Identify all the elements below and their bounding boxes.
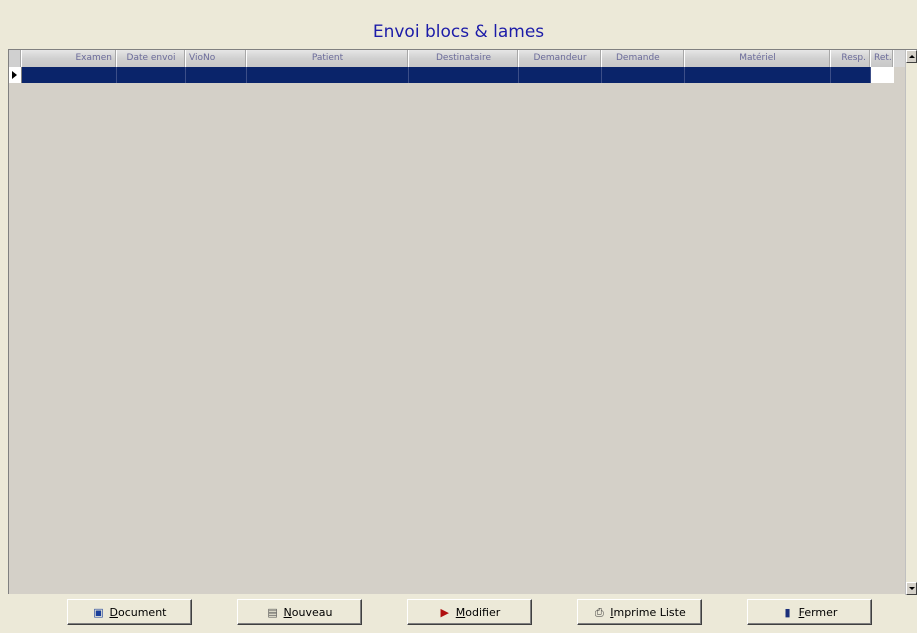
exit-door-icon: ▮: [784, 605, 791, 619]
cell-patient[interactable]: [247, 67, 409, 83]
arrow-up-icon: [909, 55, 915, 58]
vertical-scrollbar[interactable]: [905, 50, 917, 595]
printer-icon: ⎙: [594, 605, 604, 619]
document-button-label: Document: [109, 605, 167, 619]
word-document-icon: ▣: [93, 605, 104, 619]
button-bar: ▣ Document ▤ Nouveau ▶ Modifier ⎙ Imprim…: [0, 599, 917, 627]
row-selector[interactable]: [9, 67, 22, 83]
document-button[interactable]: ▣ Document: [67, 599, 192, 625]
nouveau-button[interactable]: ▤ Nouveau: [237, 599, 362, 625]
column-header-resp[interactable]: Resp.: [831, 50, 871, 67]
column-header-examen[interactable]: Examen: [22, 50, 117, 67]
nouveau-button-label: Nouveau: [283, 605, 333, 619]
column-header-demande[interactable]: Demande: [602, 50, 685, 67]
cell-materiel[interactable]: [685, 67, 831, 83]
scroll-up-button[interactable]: [906, 50, 917, 63]
envoi-blocs-window: Envoi blocs & lames Examen Date envoi Vi…: [0, 0, 917, 633]
cell-resp[interactable]: [831, 67, 871, 83]
cell-examen[interactable]: [22, 67, 117, 83]
cell-demande[interactable]: [602, 67, 685, 83]
new-document-icon: ▤: [267, 605, 278, 619]
cell-demandeur[interactable]: [519, 67, 602, 83]
modifier-button[interactable]: ▶ Modifier: [407, 599, 532, 625]
envoi-grid[interactable]: Examen Date envoi VioNo Patient Destinat…: [8, 49, 917, 595]
window-title: Envoi blocs & lames: [372, 22, 545, 42]
modifier-button-label: Modifier: [455, 605, 501, 619]
table-row-selected[interactable]: [9, 67, 906, 83]
arrow-down-icon: [909, 587, 915, 590]
imprime-liste-button[interactable]: ⎙ Imprime Liste: [577, 599, 702, 625]
imprime-liste-button-label: Imprime Liste: [610, 605, 686, 619]
column-header-date-envoi[interactable]: Date envoi: [117, 50, 186, 67]
row-selector-header: [9, 50, 22, 67]
current-row-arrow-icon: [12, 71, 17, 79]
column-header-viono[interactable]: VioNo: [186, 50, 247, 67]
scroll-down-button[interactable]: [906, 582, 917, 595]
cell-date-envoi[interactable]: [117, 67, 186, 83]
cell-viono[interactable]: [186, 67, 247, 83]
column-header-destinataire[interactable]: Destinataire: [409, 50, 519, 67]
cell-ret-checkbox[interactable]: [871, 67, 894, 83]
column-header-patient[interactable]: Patient: [247, 50, 409, 67]
column-header-demandeur[interactable]: Demandeur: [519, 50, 602, 67]
column-header-ret[interactable]: Ret.: [871, 50, 894, 67]
grid-header: Examen Date envoi VioNo Patient Destinat…: [9, 50, 906, 67]
column-header-materiel[interactable]: Matériel: [685, 50, 831, 67]
edit-document-icon: ▶: [440, 605, 449, 619]
fermer-button[interactable]: ▮ Fermer: [747, 599, 872, 625]
fermer-button-label: Fermer: [798, 605, 838, 619]
cell-destinataire[interactable]: [409, 67, 519, 83]
